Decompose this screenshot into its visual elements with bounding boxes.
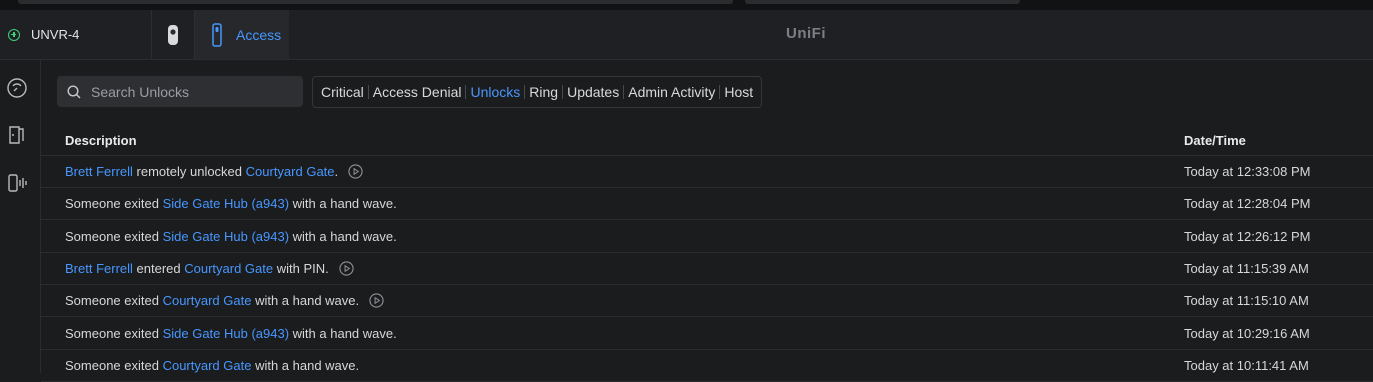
event-description: Brett Ferrell remotely unlocked Courtyar…	[65, 164, 363, 179]
console-name: UNVR-4	[31, 27, 80, 42]
event-datetime: Today at 12:33:08 PM	[1184, 164, 1311, 179]
event-link[interactable]: Courtyard Gate	[184, 261, 273, 276]
table-row[interactable]: Brett Ferrell remotely unlocked Courtyar…	[41, 156, 1373, 188]
filter-host[interactable]: Host	[720, 84, 757, 100]
top-strip-segment	[18, 0, 733, 4]
top-strip	[0, 0, 1373, 10]
event-text: .	[334, 164, 339, 179]
event-text: with a hand wave.	[289, 196, 397, 212]
table-row[interactable]: Someone exited Side Gate Hub (a943) with…	[41, 188, 1373, 221]
event-text: with PIN.	[273, 260, 329, 276]
event-link[interactable]: Brett Ferrell	[65, 261, 133, 276]
event-datetime: Today at 12:28:04 PM	[1184, 196, 1311, 212]
event-filter-bar: Critical Access Denial Unlocks Ring Updates A…	[312, 76, 763, 108]
search-input[interactable]	[89, 82, 293, 101]
event-datetime: Today at 11:15:39 AM	[1184, 260, 1309, 276]
event-text: remotely unlocked	[132, 164, 246, 179]
event-text: with a hand wave.	[289, 228, 397, 244]
event-datetime: Today at 11:15:10 AM	[1184, 293, 1309, 309]
event-description: Someone exited Side Gate Hub (a943) with…	[65, 229, 397, 244]
filter-ring[interactable]: Ring	[525, 84, 562, 100]
filter-admin-activity[interactable]: Admin Activity	[624, 84, 719, 100]
event-link[interactable]: Courtyard Gate	[246, 164, 335, 179]
online-plus-icon	[8, 28, 20, 41]
table-row[interactable]: Someone exited Courtyard Gate with a han…	[41, 350, 1373, 382]
table-row[interactable]: Someone exited Courtyard Gate with a han…	[41, 285, 1373, 318]
filter-critical[interactable]: Critical	[317, 84, 368, 100]
dashboard-icon[interactable]	[6, 77, 28, 99]
column-description[interactable]: Description	[65, 133, 137, 148]
app-protect-button[interactable]	[152, 10, 195, 59]
console-selector[interactable]: UNVR-4	[0, 10, 152, 59]
event-datetime: Today at 12:26:12 PM	[1184, 228, 1311, 244]
event-link[interactable]: Brett Ferrell	[65, 164, 133, 179]
filter-unlocks[interactable]: Unlocks	[466, 84, 524, 100]
filter-access-denial[interactable]: Access Denial	[369, 84, 466, 100]
event-description: Someone exited Courtyard Gate with a han…	[65, 358, 359, 373]
event-description: Someone exited Side Gate Hub (a943) with…	[65, 196, 397, 211]
event-text: with a hand wave.	[251, 293, 360, 309]
event-text: with a hand wave.	[251, 357, 360, 373]
event-description: Brett Ferrell entered Courtyard Gate wit…	[65, 261, 354, 276]
app-access-label: Access	[236, 26, 282, 43]
filter-updates[interactable]: Updates	[563, 84, 623, 100]
event-text: Someone exited	[65, 293, 163, 309]
devices-icon[interactable]	[6, 172, 28, 194]
search-icon	[67, 84, 81, 98]
event-link[interactable]: Courtyard Gate	[163, 293, 252, 308]
event-text: Someone exited	[65, 325, 163, 341]
search-box[interactable]	[57, 76, 303, 107]
play-icon[interactable]	[369, 293, 384, 308]
event-link[interactable]: Side Gate Hub (a943)	[163, 229, 289, 244]
table-row[interactable]: Someone exited Side Gate Hub (a943) with…	[41, 318, 1373, 350]
unifi-logo: UniFi	[786, 25, 826, 42]
table-row[interactable]: Someone exited Side Gate Hub (a943) with…	[41, 221, 1373, 253]
event-text: Someone exited	[65, 196, 163, 212]
table-header: Description Date/Time	[41, 124, 1373, 156]
event-datetime: Today at 10:29:16 AM	[1184, 325, 1310, 341]
event-text: with a hand wave.	[289, 325, 397, 341]
doors-icon[interactable]	[6, 124, 28, 146]
event-text: Someone exited	[65, 357, 163, 373]
sidebar	[0, 60, 41, 373]
event-link[interactable]: Side Gate Hub (a943)	[163, 326, 289, 341]
camera-icon	[168, 24, 178, 45]
event-link[interactable]: Courtyard Gate	[163, 358, 252, 373]
event-datetime: Today at 10:11:41 AM	[1184, 357, 1309, 373]
event-description: Someone exited Courtyard Gate with a han…	[65, 293, 384, 308]
play-icon[interactable]	[348, 164, 363, 179]
top-strip-segment	[745, 0, 1020, 4]
event-description: Someone exited Side Gate Hub (a943) with…	[65, 326, 397, 341]
event-text: entered	[132, 260, 185, 276]
table-row[interactable]: Brett Ferrell entered Courtyard Gate wit…	[41, 253, 1373, 285]
door-reader-icon	[212, 22, 222, 47]
play-icon[interactable]	[339, 261, 354, 276]
column-datetime[interactable]: Date/Time	[1184, 133, 1246, 148]
app-header: UNVR-4 Access UniFi	[0, 10, 1373, 60]
app-access-tab[interactable]: Access	[195, 10, 289, 59]
event-link[interactable]: Side Gate Hub (a943)	[163, 196, 289, 211]
event-text: Someone exited	[65, 228, 163, 244]
